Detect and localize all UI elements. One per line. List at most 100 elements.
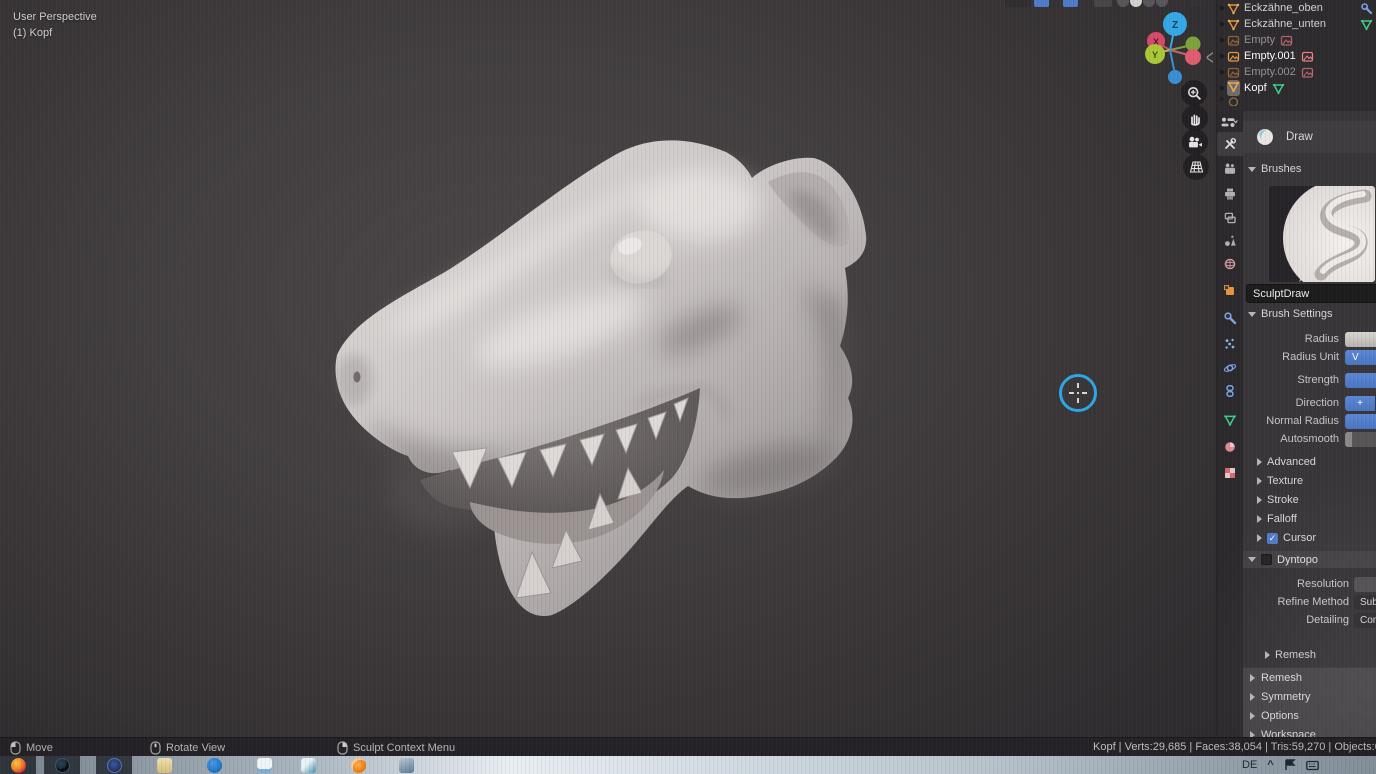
expand-arrow-icon[interactable]	[1220, 69, 1225, 75]
pan-button[interactable]	[1182, 105, 1208, 131]
outliner-row-empty-002[interactable]: Empty.002	[1217, 64, 1376, 80]
tab-world[interactable]	[1217, 252, 1243, 276]
outliner-item-label[interactable]: Eckzähne_unten	[1244, 18, 1326, 30]
tray-flag-icon[interactable]	[1284, 759, 1296, 771]
falloff-section-header[interactable]: Falloff	[1243, 513, 1376, 525]
expand-arrow-icon[interactable]	[1220, 53, 1225, 59]
overlays-button[interactable]	[1094, 0, 1112, 7]
transform-orientation-dropdown[interactable]	[1005, 0, 1031, 7]
tab-object[interactable]	[1217, 279, 1243, 303]
radius-slider[interactable]	[1345, 332, 1376, 347]
taskbar-steam[interactable]	[44, 756, 80, 774]
dyntopo-remesh-subpanel-header[interactable]: Remesh	[1243, 649, 1376, 661]
steam-icon	[55, 758, 70, 773]
brush-settings-panel-header[interactable]: Brush Settings	[1243, 308, 1376, 320]
outliner-row-kopf[interactable]: Kopf	[1217, 80, 1376, 96]
direction-plus-button[interactable]: +	[1345, 396, 1375, 411]
tab-constraints[interactable]	[1217, 379, 1243, 403]
taskbar-blender[interactable]	[340, 756, 376, 774]
magnifier-plus-icon	[1187, 86, 1202, 101]
tab-texture[interactable]	[1217, 461, 1243, 485]
workspace-panel-header[interactable]: Workspace	[1243, 725, 1376, 737]
direction-label: Direction	[1243, 396, 1339, 411]
mesh-data-icon[interactable]	[1272, 82, 1285, 95]
tab-render[interactable]	[1217, 157, 1243, 181]
outliner-row-eckzaehne-unten[interactable]: Eckzähne_unten	[1217, 16, 1376, 32]
navigation-gizmo[interactable]: Z X Y	[1128, 4, 1212, 88]
tab-modifiers[interactable]	[1217, 306, 1243, 330]
brushes-panel-header[interactable]: Brushes	[1243, 163, 1376, 175]
proportional-edit-toggle[interactable]	[1063, 0, 1078, 7]
taskbar-files[interactable]	[146, 756, 182, 774]
tab-scene[interactable]	[1217, 229, 1243, 253]
tab-physics[interactable]	[1217, 356, 1243, 380]
dyntopo-panel-header[interactable]: Dyntopo	[1243, 551, 1376, 568]
stroke-section-header[interactable]: Stroke	[1243, 494, 1376, 506]
outliner-row-eckzaehne-oben[interactable]: Eckzähne_oben	[1217, 0, 1376, 16]
cursor-section-header[interactable]: ✓ Cursor	[1243, 532, 1376, 544]
texture-section-header[interactable]: Texture	[1243, 475, 1376, 487]
tab-particles[interactable]	[1217, 332, 1243, 356]
remesh-panel-header[interactable]: Remesh	[1243, 668, 1376, 688]
taskbar-headset-app[interactable]	[96, 756, 132, 774]
properties-tab-column	[1217, 111, 1243, 737]
expand-arrow-icon[interactable]	[1220, 37, 1225, 43]
taskbar-notes-app[interactable]	[290, 756, 326, 774]
outliner-row-empty-001[interactable]: Empty.001	[1217, 48, 1376, 64]
outliner-row-empty[interactable]: Empty	[1217, 32, 1376, 48]
tab-object-data[interactable]	[1217, 408, 1243, 432]
refine-method-dropdown[interactable]: Sub	[1354, 595, 1376, 610]
snap-toggle[interactable]	[1034, 0, 1049, 7]
world-icon	[1223, 257, 1237, 271]
tray-expand-arrow[interactable]: ^	[1267, 759, 1273, 771]
tab-output[interactable]	[1217, 182, 1243, 206]
radius-unit-dropdown[interactable]: V	[1345, 350, 1376, 365]
expand-arrow-icon[interactable]	[1220, 21, 1225, 27]
blender-icon	[351, 758, 366, 773]
outliner-item-label[interactable]: Empty.001	[1244, 50, 1296, 62]
modifier-wrench-icon[interactable]	[1360, 2, 1373, 15]
editor-type-button[interactable]	[1217, 113, 1243, 131]
status-hint-rotate-view: Rotate View	[150, 738, 225, 757]
tab-tool[interactable]	[1217, 132, 1243, 156]
zoom-button[interactable]	[1181, 80, 1207, 106]
tab-view-layer[interactable]	[1217, 206, 1243, 230]
cursor-checkbox[interactable]: ✓	[1267, 533, 1278, 544]
symmetry-panel-header[interactable]: Symmetry	[1243, 687, 1376, 707]
taskbar-app[interactable]	[388, 756, 424, 774]
mesh-data-icon[interactable]	[1360, 18, 1373, 31]
taskbar-firefox[interactable]	[0, 756, 36, 774]
language-indicator[interactable]: DE	[1242, 759, 1257, 771]
taskbar-audio-app[interactable]	[246, 756, 282, 774]
taskbar-thunderbird[interactable]	[196, 756, 232, 774]
image-data-icon[interactable]	[1301, 50, 1314, 63]
expand-arrow-icon[interactable]	[1220, 85, 1225, 91]
resolution-slider[interactable]	[1354, 577, 1376, 592]
tray-keyboard-icon[interactable]	[1306, 760, 1319, 771]
orthographic-toggle-button[interactable]	[1183, 154, 1209, 180]
sidebar-collapse-arrow[interactable]: <	[1206, 46, 1214, 70]
outliner-item-label[interactable]: Empty	[1244, 34, 1275, 46]
image-empty-icon	[1227, 50, 1240, 63]
normal-radius-slider[interactable]	[1345, 414, 1376, 429]
proportional-dropdown[interactable]	[1079, 0, 1088, 7]
expand-arrow-icon[interactable]	[1220, 5, 1225, 11]
image-data-icon[interactable]	[1280, 34, 1293, 47]
physics-icon	[1223, 361, 1237, 375]
3d-viewport[interactable]: User Perspective (1) Kopf Z X Y	[0, 0, 1216, 737]
outliner-item-label[interactable]: Empty.002	[1244, 66, 1296, 78]
outliner-item-label[interactable]: Eckzähne_oben	[1244, 2, 1323, 14]
tab-material[interactable]	[1217, 435, 1243, 459]
options-panel-header[interactable]: Options	[1243, 706, 1376, 726]
dyntopo-checkbox[interactable]	[1261, 554, 1272, 565]
brush-name-field[interactable]	[1246, 284, 1376, 303]
autosmooth-slider[interactable]	[1345, 432, 1376, 447]
brush-preview[interactable]	[1269, 186, 1375, 282]
camera-view-button[interactable]	[1182, 129, 1208, 155]
snap-dropdown[interactable]	[1050, 0, 1059, 7]
outliner-item-label[interactable]: Kopf	[1244, 82, 1267, 94]
advanced-section-header[interactable]: Advanced	[1243, 456, 1376, 468]
detailing-dropdown[interactable]: Con	[1354, 613, 1376, 628]
strength-slider[interactable]	[1345, 373, 1376, 388]
image-data-icon[interactable]	[1301, 66, 1314, 79]
